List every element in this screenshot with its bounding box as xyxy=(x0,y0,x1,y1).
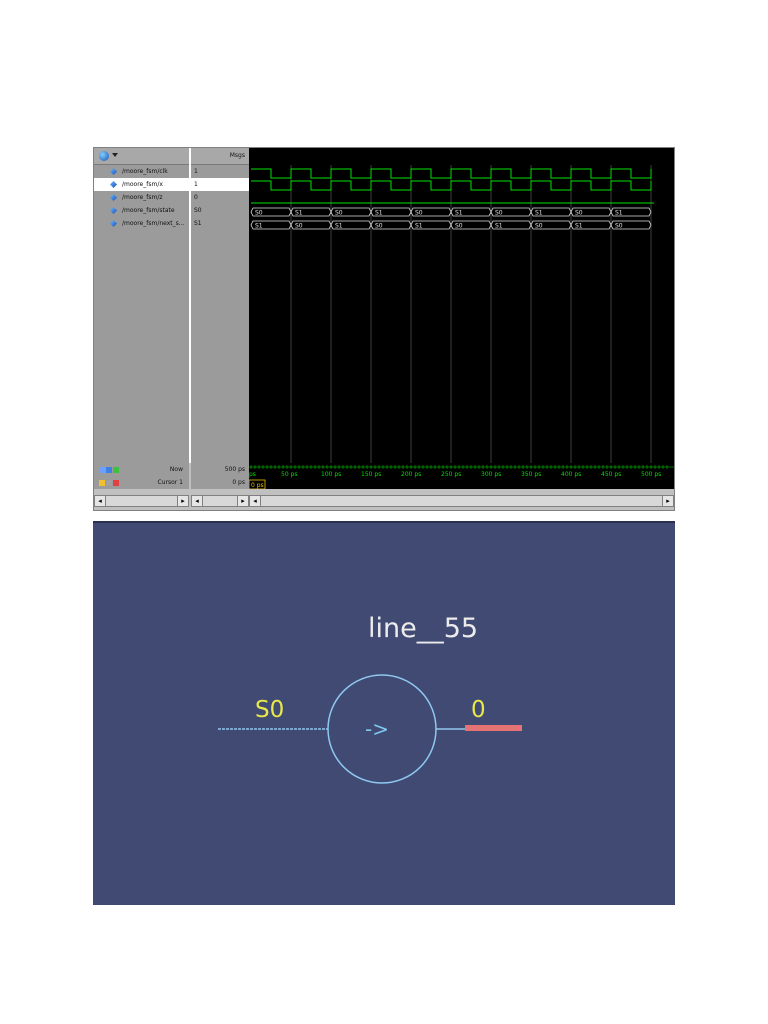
scroll-left-icon[interactable]: ◂ xyxy=(192,496,203,506)
wave-tools-icon[interactable] xyxy=(98,465,126,474)
time-tick-label: 200 ps xyxy=(401,471,421,478)
time-tick-label: 350 ps xyxy=(521,471,541,478)
now-value-cell: 500 ps xyxy=(191,463,249,476)
signal-row-z[interactable]: /moore_fsm/z xyxy=(94,191,189,204)
waveform-svg: S0 S1 S0 S1 S0 S1 S0 S1 S0 S1 S1 S0 S1 S0 S1 S0 S1 S0 S1 S0 xyxy=(250,165,654,463)
cursor-label-cell: Cursor 1 xyxy=(94,476,189,489)
waveform-scrollbar[interactable]: ◂ ▸ xyxy=(249,495,674,507)
signal-icon xyxy=(110,181,117,188)
scroll-right-icon[interactable]: ▸ xyxy=(662,496,673,506)
time-ruler-svg: ps 50 ps 100 ps 150 ps 200 ps 250 ps 300 ps 350… xyxy=(249,465,674,489)
names-header xyxy=(94,148,189,165)
operator-label: -> xyxy=(365,717,389,741)
next-state-bus-label: S1 xyxy=(495,223,503,230)
cursor-tools-icon[interactable] xyxy=(98,478,126,487)
signal-icon xyxy=(110,168,117,175)
time-tick-label: 500 ps xyxy=(641,471,661,478)
signal-name: /moore_fsm/clk xyxy=(122,168,168,175)
clk-wave xyxy=(251,168,652,179)
waveform-window: /moore_fsm/clk /moore_fsm/x /moore_fsm/z… xyxy=(93,147,675,511)
next-state-bus-label: S1 xyxy=(255,223,263,230)
state-bus-label: S0 xyxy=(255,210,263,217)
schematic-view[interactable]: line__55 S0 0 -> xyxy=(93,521,675,905)
scrollbars: ◂ ▸ ◂ ▸ ◂ ▸ xyxy=(94,495,674,507)
next-state-bus-label: S0 xyxy=(295,223,303,230)
time-tick-label: 400 ps xyxy=(561,471,581,478)
signal-value: 1 xyxy=(191,178,249,191)
time-tick-label: 150 ps xyxy=(361,471,381,478)
x-wave xyxy=(251,180,652,191)
state-bus-label: S1 xyxy=(295,210,303,217)
scroll-right-icon[interactable]: ▸ xyxy=(177,496,188,506)
time-tick-label: 300 ps xyxy=(481,471,501,478)
next-state-bus-label: S0 xyxy=(615,223,623,230)
state-bus-label: S0 xyxy=(335,210,343,217)
state-bus-label: S1 xyxy=(615,210,623,217)
now-value: 500 ps xyxy=(224,466,245,473)
time-ruler[interactable]: ps 50 ps 100 ps 150 ps 200 ps 250 ps 300 ps 350… xyxy=(249,463,674,489)
state-bus-label: S1 xyxy=(375,210,383,217)
signal-value: 1 xyxy=(194,168,198,175)
signal-icon xyxy=(110,207,117,214)
now-label-cell: Now xyxy=(94,463,189,476)
next-state-bus-label: S0 xyxy=(455,223,463,230)
schematic-title: line__55 xyxy=(368,613,479,644)
signal-icon xyxy=(110,220,117,227)
state-bus-label: S0 xyxy=(495,210,503,217)
cursor-label: Cursor 1 xyxy=(157,479,183,486)
signal-value: 0 xyxy=(194,194,198,201)
next-state-bus-label: S0 xyxy=(535,223,543,230)
signal-row-next-state[interactable]: /moore_fsm/next_s... xyxy=(94,217,189,230)
signal-value: S0 xyxy=(194,207,202,214)
signal-row-x[interactable]: /moore_fsm/x xyxy=(94,178,189,191)
msgs-header: Msgs xyxy=(191,148,249,165)
signal-values-pane: Msgs 1 1 0 S0 S1 xyxy=(191,148,251,463)
cursor-marker-label: 0 ps xyxy=(251,482,264,489)
state-bus-label: S0 xyxy=(415,210,423,217)
state-bus-label: S1 xyxy=(455,210,463,217)
state-bus-label: S0 xyxy=(575,210,583,217)
time-tick-label: 50 ps xyxy=(281,471,297,478)
time-tick-label: 250 ps xyxy=(441,471,461,478)
signal-row-state[interactable]: /moore_fsm/state xyxy=(94,204,189,217)
waveform-canvas[interactable]: S0 S1 S0 S1 S0 S1 S0 S1 S0 S1 S1 S0 S1 S0 S1 S0 S1 S0 S1 S0 xyxy=(249,148,674,463)
output-bar xyxy=(465,725,522,731)
time-tick-label: ps xyxy=(249,471,256,478)
signal-name: /moore_fsm/state xyxy=(122,207,175,214)
cursor-value: 0 ps xyxy=(232,479,245,486)
signal-name: /moore_fsm/next_s... xyxy=(122,220,185,227)
scroll-right-icon[interactable]: ▸ xyxy=(237,496,248,506)
schematic-svg xyxy=(218,674,522,784)
chevron-down-icon[interactable] xyxy=(112,153,118,157)
next-state-bus-label: S1 xyxy=(415,223,423,230)
cursor-value-cell: 0 ps xyxy=(191,476,249,489)
signal-row-clk[interactable]: /moore_fsm/clk xyxy=(94,165,189,178)
globe-icon[interactable] xyxy=(99,151,109,161)
next-state-bus-label: S1 xyxy=(335,223,343,230)
input-label: S0 xyxy=(255,697,285,723)
scroll-left-icon[interactable]: ◂ xyxy=(250,496,261,506)
next-state-bus-label: S0 xyxy=(375,223,383,230)
timeline-bar: Now 500 ps Cursor 1 0 ps ps 50 ps 100 ps 15… xyxy=(94,463,674,510)
next-state-bus-label: S1 xyxy=(575,223,583,230)
time-tick-label: 450 ps xyxy=(601,471,621,478)
signal-name: /moore_fsm/z xyxy=(122,194,163,201)
signal-value: S1 xyxy=(194,220,202,227)
signal-names-pane: /moore_fsm/clk /moore_fsm/x /moore_fsm/z… xyxy=(94,148,191,463)
now-label: Now xyxy=(169,466,183,473)
signal-name: /moore_fsm/x xyxy=(122,181,163,188)
output-label: 0 xyxy=(471,697,486,723)
state-bus-label: S1 xyxy=(535,210,543,217)
signal-icon xyxy=(110,194,117,201)
scroll-left-icon[interactable]: ◂ xyxy=(95,496,106,506)
values-scrollbar[interactable]: ◂ ▸ xyxy=(191,495,249,507)
time-tick-label: 100 ps xyxy=(321,471,341,478)
names-scrollbar[interactable]: ◂ ▸ xyxy=(94,495,189,507)
